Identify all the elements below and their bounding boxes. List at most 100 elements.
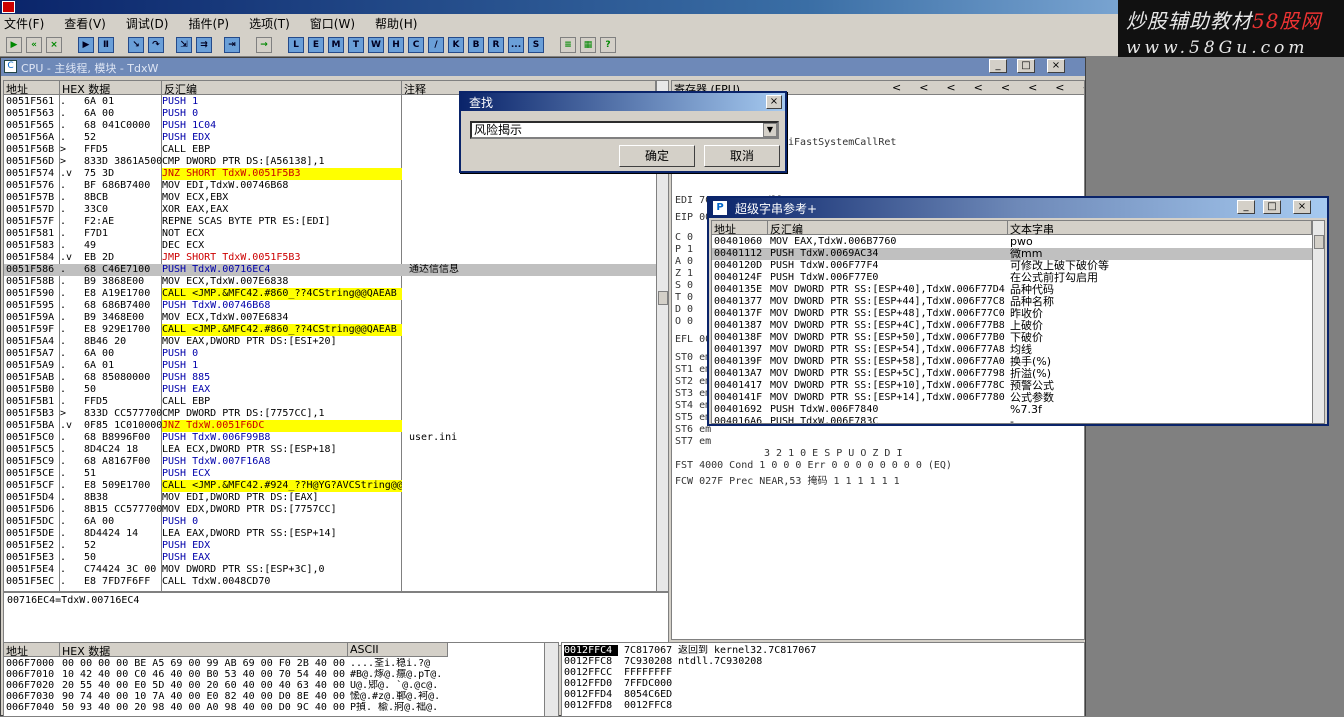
toolbar-window-button[interactable]: ... bbox=[508, 37, 524, 53]
pause-icon[interactable]: Ⅱ bbox=[98, 37, 114, 53]
string-row[interactable]: 00401112 PUSH TdxW.0069AC34 微mm bbox=[712, 248, 1312, 260]
toolbar-window-button[interactable]: H bbox=[388, 37, 404, 53]
str-header-asm[interactable]: 反汇编 bbox=[768, 221, 1008, 236]
maximize-button[interactable]: □ bbox=[1017, 59, 1035, 73]
disasm-row[interactable]: 0051F5D4. 8B38 MOV EDI,DWORD PTR DS:[EAX] bbox=[4, 492, 656, 504]
find-dialog-titlebar[interactable]: 查找 × bbox=[461, 93, 785, 111]
close-process-icon[interactable]: × bbox=[46, 37, 62, 53]
disasm-row[interactable]: 0051F584 .v EB 2D JMP SHORT TdxW.0051F5B3 bbox=[4, 252, 656, 264]
execute-till-return-icon[interactable]: ⇥ bbox=[224, 37, 240, 53]
cpu-window-titlebar[interactable]: C CPU - 主线程, 模块 - TdxW _ □ × bbox=[1, 58, 1085, 76]
disasm-row[interactable]: 0051F57D. 33C0 XOR EAX,EAX bbox=[4, 204, 656, 216]
disasm-row[interactable]: 0051F581. F7D1 NOT ECX bbox=[4, 228, 656, 240]
string-row[interactable]: 0040139F MOV DWORD PTR SS:[ESP+58],TdxW.0… bbox=[712, 356, 1312, 368]
run-icon[interactable]: ▶ bbox=[78, 37, 94, 53]
minimize-button[interactable]: _ bbox=[989, 59, 1007, 73]
maximize-button[interactable]: □ bbox=[1263, 200, 1281, 214]
string-row[interactable]: 0040138F MOV DWORD PTR SS:[ESP+50],TdxW.0… bbox=[712, 332, 1312, 344]
disasm-row[interactable]: 0051F5B0. 50 PUSH EAX bbox=[4, 384, 656, 396]
stack-row[interactable]: 0012FFC8 7C930208 ntdll.7C930208 bbox=[562, 656, 1084, 667]
toolbar-window-button[interactable]: L bbox=[288, 37, 304, 53]
disasm-row[interactable]: 0051F5D6. 8B15 CC577700 MOV EDX,DWORD PTR … bbox=[4, 504, 656, 516]
step-into-icon[interactable]: ↘ bbox=[128, 37, 144, 53]
string-row[interactable]: 0040135E MOV DWORD PTR SS:[ESP+40],TdxW.0… bbox=[712, 284, 1312, 296]
rewind-icon[interactable]: « bbox=[26, 37, 42, 53]
disasm-row[interactable]: 0051F5A9. 6A 01 PUSH 1 bbox=[4, 360, 656, 372]
menu-item[interactable]: 选项(T) bbox=[249, 15, 290, 32]
nav-arrows-icon[interactable]: <<<<<<<< bbox=[892, 81, 1084, 94]
menu-item[interactable]: 插件(P) bbox=[188, 15, 229, 32]
disasm-row[interactable]: 0051F5E4. C74424 3C 00 MOV DWORD PTR SS:[E… bbox=[4, 564, 656, 576]
disasm-row[interactable]: 0051F576. BF 686B7400 MOV EDI,TdxW.00746B6… bbox=[4, 180, 656, 192]
menu-item[interactable]: 窗口(W) bbox=[310, 15, 355, 32]
disasm-row[interactable]: 0051F57F. F2:AE REPNE SCAS BYTE PTR ES:[ED… bbox=[4, 216, 656, 228]
toolbar-window-button[interactable]: W bbox=[368, 37, 384, 53]
stack-pane[interactable]: 0012FFC4 7C817067 返回到 kernel32.7C817067 001… bbox=[561, 642, 1085, 717]
disasm-row[interactable]: 0051F5E3. 50 PUSH EAX bbox=[4, 552, 656, 564]
minimize-button[interactable]: _ bbox=[1237, 200, 1255, 214]
str-header-text[interactable]: 文本字串 bbox=[1008, 221, 1312, 236]
string-list-scrollbar[interactable] bbox=[1312, 221, 1324, 423]
help-icon[interactable]: ? bbox=[600, 37, 616, 53]
disasm-row[interactable]: 0051F583. 49 DEC ECX bbox=[4, 240, 656, 252]
string-row[interactable]: 00401397 MOV DWORD PTR SS:[ESP+54],TdxW.0… bbox=[712, 344, 1312, 356]
disasm-row[interactable]: 0051F586. 68 C46E7100 PUSH TdxW.00716EC4 通达… bbox=[4, 264, 656, 276]
dump-header-addr[interactable]: 地址 bbox=[4, 643, 60, 658]
search-input[interactable]: 风险揭示 ▼ bbox=[470, 121, 779, 139]
grid-icon[interactable]: ▦ bbox=[580, 37, 596, 53]
stack-row[interactable]: 0012FFD0 7FFDC000 bbox=[562, 678, 1084, 689]
menu-item[interactable]: 帮助(H) bbox=[375, 15, 417, 32]
ok-button[interactable]: 确定 bbox=[619, 145, 695, 167]
chevron-down-icon[interactable]: ▼ bbox=[763, 123, 777, 137]
string-row[interactable]: 0040137F MOV DWORD PTR SS:[ESP+48],TdxW.0… bbox=[712, 308, 1312, 320]
toolbar-window-button[interactable]: K bbox=[448, 37, 464, 53]
string-row[interactable]: 00401377 MOV DWORD PTR SS:[ESP+44],TdxW.0… bbox=[712, 296, 1312, 308]
close-icon[interactable]: × bbox=[766, 95, 782, 109]
close-button[interactable]: × bbox=[1047, 59, 1065, 73]
step-over-icon[interactable]: ↷ bbox=[148, 37, 164, 53]
string-window-titlebar[interactable]: P 超级字串参考+ _ □ × bbox=[709, 198, 1327, 218]
string-row[interactable]: 0040141F MOV DWORD PTR SS:[ESP+14],TdxW.0… bbox=[712, 392, 1312, 404]
disasm-row[interactable]: 0051F57B. 8BCB MOV ECX,EBX bbox=[4, 192, 656, 204]
cancel-button[interactable]: 取消 bbox=[704, 145, 780, 167]
string-row[interactable]: 004016A6 PUSH TdxW.006F783C - bbox=[712, 416, 1312, 423]
dump-scrollbar[interactable] bbox=[544, 643, 558, 716]
str-header-addr[interactable]: 地址 bbox=[712, 221, 768, 236]
stack-row[interactable]: 0012FFD8 0012FFC8 bbox=[562, 700, 1084, 711]
memory-dump-pane[interactable]: 地址 HEX 数据 ASCII 006F7000 00 00 00 00 BE A… bbox=[3, 642, 559, 717]
toolbar-window-button[interactable]: B bbox=[468, 37, 484, 53]
stack-row[interactable]: 0012FFCC FFFFFFFF bbox=[562, 667, 1084, 678]
toolbar-window-button[interactable]: S bbox=[528, 37, 544, 53]
toolbar-window-button[interactable]: T bbox=[348, 37, 364, 53]
toolbar-window-button[interactable]: E bbox=[308, 37, 324, 53]
close-button[interactable]: × bbox=[1293, 200, 1311, 214]
string-row[interactable]: 0040120D PUSH TdxW.006F77F4 可修改上破下破价等 bbox=[712, 260, 1312, 272]
toolbar-window-button[interactable]: R bbox=[488, 37, 504, 53]
col-header-asm[interactable]: 反汇编 bbox=[162, 81, 402, 96]
string-row[interactable]: 00401060 MOV EAX,TdxW.006B7760 pwo bbox=[712, 236, 1312, 248]
disasm-row[interactable]: 0051F5C5. 8D4C24 18 LEA ECX,DWORD PTR SS:[… bbox=[4, 444, 656, 456]
disasm-row[interactable]: 0051F5CE. 51 PUSH ECX bbox=[4, 468, 656, 480]
scroll-thumb[interactable] bbox=[1314, 235, 1324, 249]
disasm-row[interactable]: 0051F5A4. 8B46 20 MOV EAX,DWORD PTR DS:[ES… bbox=[4, 336, 656, 348]
disasm-row[interactable]: 0051F5C0. 68 B8996F00 PUSH TdxW.006F99B8 us… bbox=[4, 432, 656, 444]
trace-into-icon[interactable]: ⇲ bbox=[176, 37, 192, 53]
toolbar-window-button[interactable]: / bbox=[428, 37, 444, 53]
list-icon[interactable]: ≡ bbox=[560, 37, 576, 53]
disasm-row[interactable]: 0051F5C9. 68 A8167F00 PUSH TdxW.007F16A8 bbox=[4, 456, 656, 468]
disasm-row[interactable]: 0051F5A7. 6A 00 PUSH 0 bbox=[4, 348, 656, 360]
menu-item[interactable]: 调试(D) bbox=[126, 15, 169, 32]
string-row[interactable]: 00401692 PUSH TdxW.006F7840 %7.3f bbox=[712, 404, 1312, 416]
disasm-row[interactable]: 0051F5EC. E8 7FD7F6FF CALL TdxW.0048CD70 bbox=[4, 576, 656, 588]
string-row[interactable]: 0040124F PUSH TdxW.006F77E0 在公式前打勾启用 bbox=[712, 272, 1312, 284]
trace-over-icon[interactable]: ⇉ bbox=[196, 37, 212, 53]
toolbar-window-button[interactable]: M bbox=[328, 37, 344, 53]
menu-item[interactable]: 查看(V) bbox=[64, 15, 106, 32]
stack-row[interactable]: 0012FFC4 7C817067 返回到 kernel32.7C817067 bbox=[562, 645, 1084, 656]
scroll-thumb[interactable] bbox=[658, 291, 668, 305]
dump-header-ascii[interactable]: ASCII bbox=[348, 643, 448, 657]
disasm-row[interactable]: 0051F5DE. 8D4424 14 LEA EAX,DWORD PTR SS:[… bbox=[4, 528, 656, 540]
disasm-row[interactable]: 0051F5B3 >833D CC577700 CMP DWORD PTR DS:[… bbox=[4, 408, 656, 420]
disasm-row[interactable]: 0051F5AB. 68 85080000 PUSH 885 bbox=[4, 372, 656, 384]
col-header-addr[interactable]: 地址 bbox=[4, 81, 60, 96]
